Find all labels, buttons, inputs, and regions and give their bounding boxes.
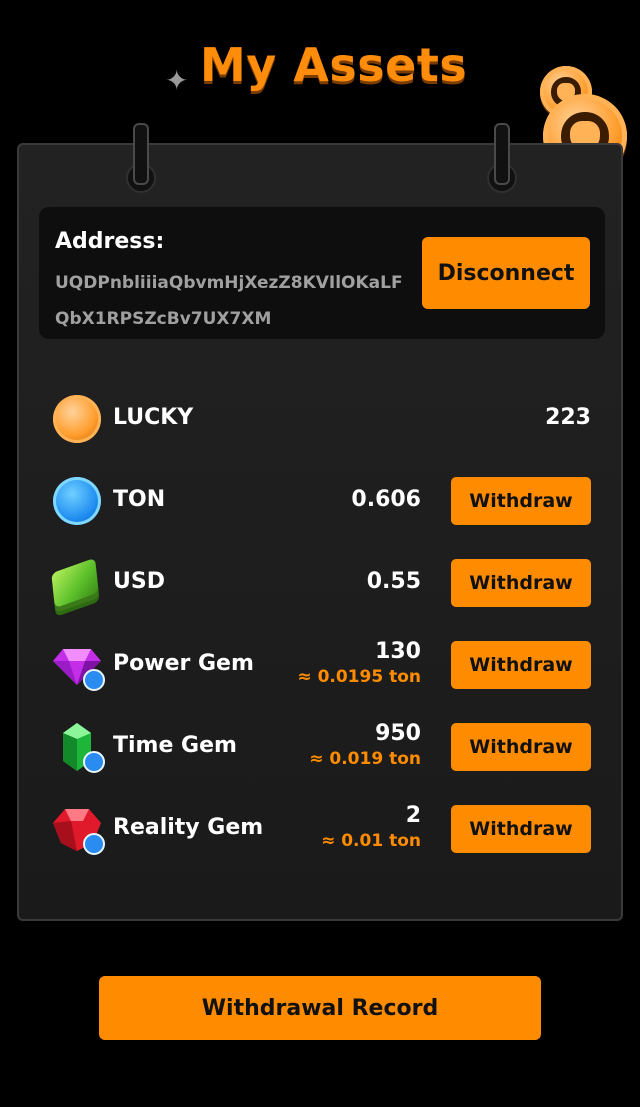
binder-ring — [133, 123, 149, 185]
purple-gem-icon — [53, 641, 105, 691]
wallet-address: UQDPnbliiiaQbvmHjXezZ8KVIlOKaLFQbX1RPSZc… — [55, 273, 403, 329]
asset-row-reality-gem: Reality Gem 2 ≈ 0.01 ton Withdraw — [53, 799, 591, 859]
withdraw-reality-gem-button[interactable]: Withdraw — [451, 805, 591, 853]
address-label: Address: — [55, 229, 165, 254]
ton-badge-icon — [83, 669, 105, 691]
asset-approx-value: ≈ 0.01 ton — [321, 831, 421, 851]
ton-badge-icon — [83, 833, 105, 855]
withdraw-time-gem-button[interactable]: Withdraw — [451, 723, 591, 771]
assets-page: ✦ My Assets Address: UQDPnbliiiaQbvmHjXe… — [0, 0, 640, 1107]
asset-amount: 223 — [545, 405, 591, 430]
asset-approx-value: ≈ 0.0195 ton — [297, 667, 421, 687]
assets-board: Address: UQDPnbliiiaQbvmHjXezZ8KVIlOKaLF… — [17, 123, 623, 921]
lucky-coin-icon — [53, 395, 101, 443]
binder-ring — [494, 123, 510, 185]
withdraw-usd-button[interactable]: Withdraw — [451, 559, 591, 607]
asset-name: USD — [113, 569, 165, 594]
asset-amount: 0.606 — [351, 487, 421, 512]
asset-name: Power Gem — [113, 651, 254, 676]
withdrawal-record-button[interactable]: Withdrawal Record — [99, 976, 541, 1040]
asset-approx-value: ≈ 0.019 ton — [309, 749, 421, 769]
disconnect-button[interactable]: Disconnect — [422, 237, 590, 309]
header: ✦ My Assets — [0, 36, 640, 118]
ton-badge-icon — [83, 751, 105, 773]
asset-row-power-gem: Power Gem 130 ≈ 0.0195 ton Withdraw — [53, 635, 591, 695]
sparkle-icon: ✦ — [165, 64, 189, 97]
asset-row-usd: USD 0.55 Withdraw — [51, 553, 591, 613]
asset-amount: 130 — [375, 639, 421, 664]
address-card: Address: UQDPnbliiiaQbvmHjXezZ8KVIlOKaLF… — [39, 207, 605, 339]
asset-row-ton: TON 0.606 Withdraw — [53, 471, 591, 531]
asset-name: TON — [113, 487, 166, 512]
cash-stack-icon — [51, 557, 99, 609]
page-title: My Assets — [200, 38, 468, 92]
green-gem-icon — [53, 723, 105, 773]
asset-name: Time Gem — [113, 733, 237, 758]
red-gem-icon — [53, 805, 105, 855]
withdraw-ton-button[interactable]: Withdraw — [451, 477, 591, 525]
withdraw-power-gem-button[interactable]: Withdraw — [451, 641, 591, 689]
asset-name: LUCKY — [113, 405, 194, 430]
asset-amount: 950 — [375, 721, 421, 746]
asset-row-lucky: LUCKY 223 — [53, 389, 591, 449]
asset-row-time-gem: Time Gem 950 ≈ 0.019 ton Withdraw — [53, 717, 591, 777]
asset-amount: 2 — [405, 803, 421, 828]
asset-name: Reality Gem — [113, 815, 264, 840]
ton-icon — [53, 477, 101, 525]
asset-amount: 0.55 — [366, 569, 421, 594]
